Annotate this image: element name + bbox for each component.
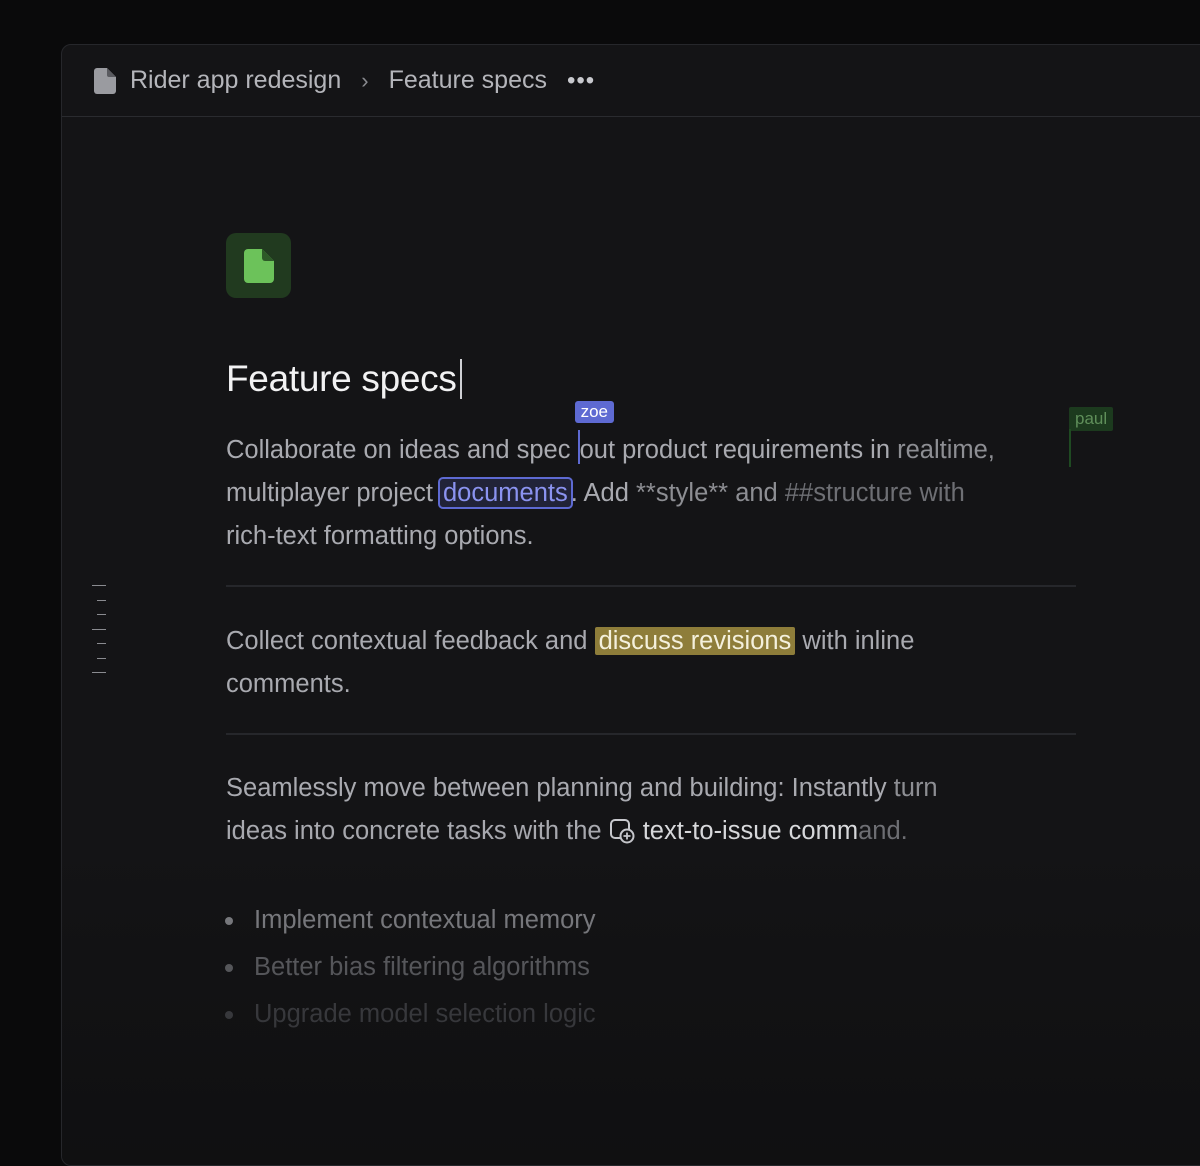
p1-text: realtime, <box>897 436 995 464</box>
p3-text: ideas into concrete tasks with the <box>226 817 609 845</box>
page-document-icon[interactable] <box>226 233 291 298</box>
text-to-issue-command[interactable]: text-to-issue <box>643 817 782 845</box>
bullet-dot <box>225 1010 233 1019</box>
p3-text: and. <box>858 817 908 845</box>
bullet-dot <box>225 963 233 972</box>
bullet-dot <box>225 916 233 925</box>
list-item[interactable]: Implement contextual memory <box>225 897 596 944</box>
paragraph-feedback[interactable]: Collect contextual feedback and discuss … <box>226 620 1086 706</box>
divider <box>226 585 1076 587</box>
text-caret <box>459 359 462 399</box>
list-item[interactable]: Better bias filtering algorithms <box>225 944 596 991</box>
list-item-text: Implement contextual memory <box>254 906 596 934</box>
p3-text: comm <box>781 817 859 845</box>
more-options-icon[interactable]: ••• <box>567 67 595 95</box>
paragraph-planning[interactable]: Seamlessly move between planning and bui… <box>226 767 1086 853</box>
p1-text: . Add <box>570 479 636 507</box>
selected-text[interactable]: documents <box>438 477 573 509</box>
page-title[interactable]: Feature specs <box>226 358 462 400</box>
p3-text: turn <box>893 774 938 802</box>
p2-text: Collect contextual feedback and <box>226 627 595 655</box>
breadcrumb: Rider app redesign › Feature specs ••• <box>62 45 1200 117</box>
collaborator-cursor-zoe: zoe <box>574 401 614 464</box>
breadcrumb-separator: › <box>361 67 369 93</box>
p1-text: Collaborate on ideas and spec <box>226 436 578 464</box>
p2-text: with inline <box>795 627 915 655</box>
document-icon <box>94 67 116 94</box>
issue-command-icon <box>609 815 635 844</box>
p1-text: rich-text formatting options. <box>226 522 534 550</box>
p1-text: out <box>579 436 616 464</box>
zoe-label: zoe <box>574 401 614 423</box>
collaborator-cursor-paul: paul <box>1069 407 1114 431</box>
list-item[interactable]: Upgrade model selection logic <box>225 991 596 1038</box>
list-item-text: Better bias filtering algorithms <box>254 953 590 981</box>
p1-text: product requirements in <box>615 436 898 464</box>
p1-text: multiplayer project <box>226 479 440 507</box>
comment-highlight[interactable]: discuss revisions <box>594 627 796 655</box>
p1-text: **style** and <box>635 479 785 507</box>
p3-text: Seamlessly move between planning and bui… <box>226 774 894 802</box>
breadcrumb-document[interactable]: Feature specs <box>389 66 547 95</box>
list-item-text: Upgrade model selection logic <box>254 1000 596 1028</box>
paragraph-collaborate[interactable]: Collaborate on ideas and spec zoe out pro… <box>226 401 1086 558</box>
document-window: Rider app redesign › Feature specs ••• F… <box>61 44 1200 1166</box>
p1-text: ##structure with <box>784 479 965 507</box>
p2-text: comments. <box>226 670 351 698</box>
title-text: Feature specs <box>226 358 457 399</box>
breadcrumb-project[interactable]: Rider app redesign <box>130 66 341 95</box>
document-outline[interactable] <box>92 585 106 687</box>
divider <box>226 733 1076 735</box>
bullet-list[interactable]: Implement contextual memory Better bias … <box>225 897 596 1038</box>
